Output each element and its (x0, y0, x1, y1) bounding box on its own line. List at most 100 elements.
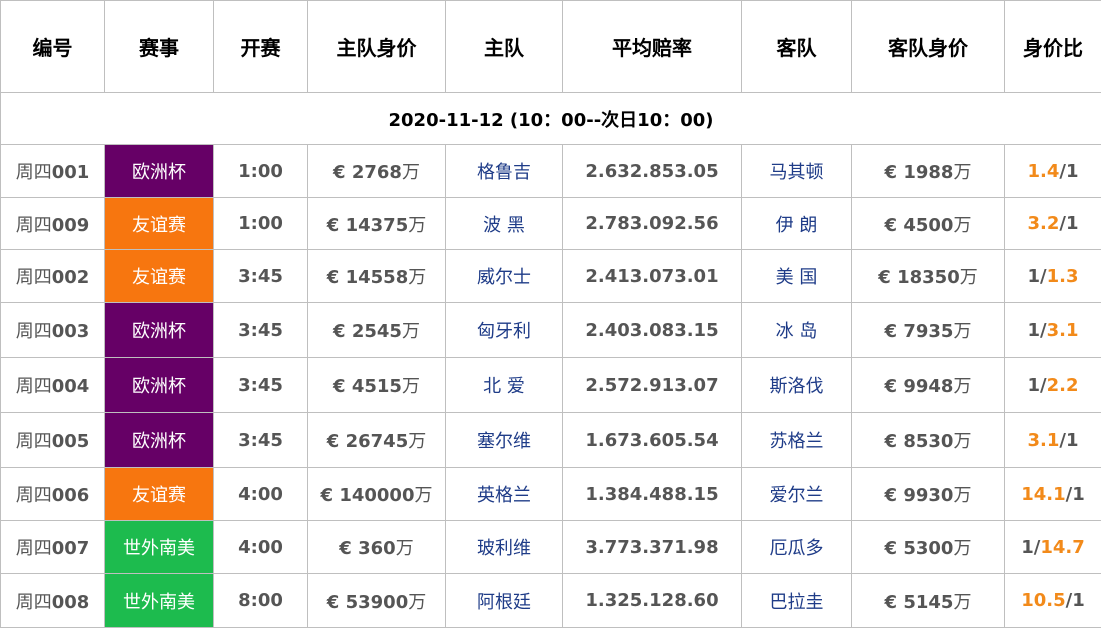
value-ratio: 10.5/1 (1004, 573, 1101, 628)
table-row: 周四002 友谊赛 3:45 € 14558万 威尔士 2.413.073.01 美 国 € … (0, 249, 1101, 303)
table-row: 周四004 欧洲杯 3:45 € 4515万北 爱 2.572.913.07 斯洛伐 € 9… (0, 357, 1101, 413)
home-value: € 140000万 (307, 467, 446, 521)
table-row: 周四001 欧洲杯 1:00 € 2768万 格鲁吉 2.632.853.05 马其顿 € 1… (0, 144, 1101, 198)
match-index: 007 (51, 538, 90, 559)
away-value: € 5300万 (851, 520, 1005, 574)
ratio-separator: / (1040, 265, 1047, 287)
header-away-value: 客队身价 (851, 0, 1005, 93)
value-unit: 万 (401, 162, 420, 183)
match-index: 005 (51, 431, 90, 452)
match-table: 编号 赛事 开赛 主队身价 主队 平均赔率 客队 客队身价 身价比 2020-1… (0, 0, 1101, 628)
header-league: 赛事 (104, 0, 214, 93)
value-unit: 万 (408, 431, 427, 452)
currency-symbol: € (333, 321, 346, 342)
currency-symbol: € (339, 538, 352, 559)
away-value: € 5145万 (851, 573, 1005, 628)
value-unit: 万 (959, 267, 978, 288)
league-badge: 欧洲杯 (104, 144, 214, 198)
table-row: 周四006 友谊赛 4:00 € 140000万 英格兰 1.384.488.15 爱尔兰 €… (0, 467, 1101, 521)
ratio-separator: / (1040, 374, 1047, 396)
currency-symbol: € (884, 162, 898, 183)
home-value-amount: 140000 (339, 485, 415, 506)
header-avg-odds: 平均赔率 (562, 0, 742, 93)
average-odds: 1.325.128.60 (562, 573, 742, 628)
away-value-amount: 9930 (903, 485, 954, 506)
away-team: 冰 岛 (741, 302, 852, 358)
match-index: 008 (51, 591, 90, 613)
match-day: 周四 (15, 376, 52, 397)
match-number: 周四009 (0, 197, 105, 250)
header-value-ratio: 身价比 (1004, 0, 1101, 93)
home-team: 北 爱 (445, 357, 563, 413)
ratio-left: 1 (1027, 265, 1041, 287)
match-day: 周四 (15, 591, 52, 613)
currency-symbol: € (320, 485, 334, 506)
match-day: 周四 (15, 485, 52, 506)
ratio-separator: / (1059, 213, 1066, 234)
kickoff-time: 1:00 (213, 144, 308, 198)
match-day: 周四 (15, 431, 52, 452)
value-ratio: 1/3.1 (1004, 302, 1101, 358)
kickoff-time: 3:45 (213, 302, 308, 358)
value-ratio: 1.4/1 (1004, 144, 1101, 198)
home-team: 威尔士 (445, 249, 563, 303)
value-unit: 万 (408, 214, 427, 236)
average-odds: 2.783.092.56 (562, 197, 742, 250)
away-team: 爱尔兰 (741, 467, 852, 521)
home-value-amount: 2768 (351, 162, 402, 183)
match-index: 009 (51, 214, 90, 236)
currency-symbol: € (884, 591, 898, 613)
home-team: 阿根廷 (445, 573, 563, 628)
league-badge: 友谊赛 (104, 467, 214, 521)
match-number: 周四001 (0, 144, 105, 198)
value-unit: 万 (953, 538, 972, 559)
ratio-left: 14.1 (1021, 483, 1066, 505)
home-value: € 53900万 (307, 573, 446, 628)
value-unit: 万 (408, 267, 427, 288)
date-label: 2020-11-12 (10：00--次日10：00) (0, 92, 1101, 145)
value-unit: 万 (953, 485, 972, 506)
table-row: 周四009 友谊赛 1:00 € 14375万波 黑 2.783.092.56 伊 朗 € … (0, 197, 1101, 250)
away-value: € 9930万 (851, 467, 1005, 521)
match-index: 004 (51, 376, 90, 397)
home-value-amount: 4515 (351, 376, 402, 397)
match-index: 001 (51, 162, 90, 183)
league-badge: 友谊赛 (104, 249, 214, 303)
away-value: € 4500万 (851, 197, 1005, 250)
currency-symbol: € (884, 538, 898, 559)
currency-symbol: € (326, 431, 340, 452)
value-unit: 万 (414, 485, 433, 506)
away-team: 伊 朗 (741, 197, 852, 250)
home-value: € 2768万 (307, 144, 446, 198)
home-value-amount: 14558 (345, 267, 409, 288)
ratio-right: 1 (1072, 483, 1085, 505)
table-row: 周四008 世外南美 8:00 € 53900万 阿根廷 1.325.128.60 巴拉圭 €… (0, 573, 1101, 628)
value-unit: 万 (953, 321, 972, 342)
home-value: € 26745万 (307, 412, 446, 468)
away-team: 巴拉圭 (741, 573, 852, 628)
currency-symbol: € (326, 267, 340, 288)
value-unit: 万 (953, 591, 972, 613)
ratio-left: 1 (1027, 374, 1041, 396)
home-value: € 2545万 (307, 302, 446, 358)
value-unit: 万 (953, 431, 972, 452)
ratio-left: 1 (1027, 319, 1041, 341)
league-badge: 友谊赛 (104, 197, 214, 250)
table-row: 周四005 欧洲杯 3:45 € 26745万 塞尔维 1.673.605.54 苏格兰 € … (0, 412, 1101, 468)
average-odds: 1.673.605.54 (562, 412, 742, 468)
header-number: 编号 (0, 0, 105, 93)
ratio-left: 1.4 (1027, 160, 1060, 182)
currency-symbol: € (884, 214, 898, 236)
home-value: € 14375万 (307, 197, 446, 250)
away-value-amount: 9948 (903, 376, 954, 397)
ratio-separator: / (1059, 429, 1066, 451)
value-unit: 万 (401, 376, 420, 397)
ratio-left: 10.5 (1021, 590, 1066, 611)
ratio-left: 1 (1021, 536, 1034, 558)
home-value: € 4515万 (307, 357, 446, 413)
kickoff-time: 3:45 (213, 357, 308, 413)
header-kickoff: 开赛 (213, 0, 308, 93)
match-index: 003 (51, 321, 90, 342)
value-ratio: 3.1/1 (1004, 412, 1101, 468)
match-day: 周四 (15, 538, 52, 559)
